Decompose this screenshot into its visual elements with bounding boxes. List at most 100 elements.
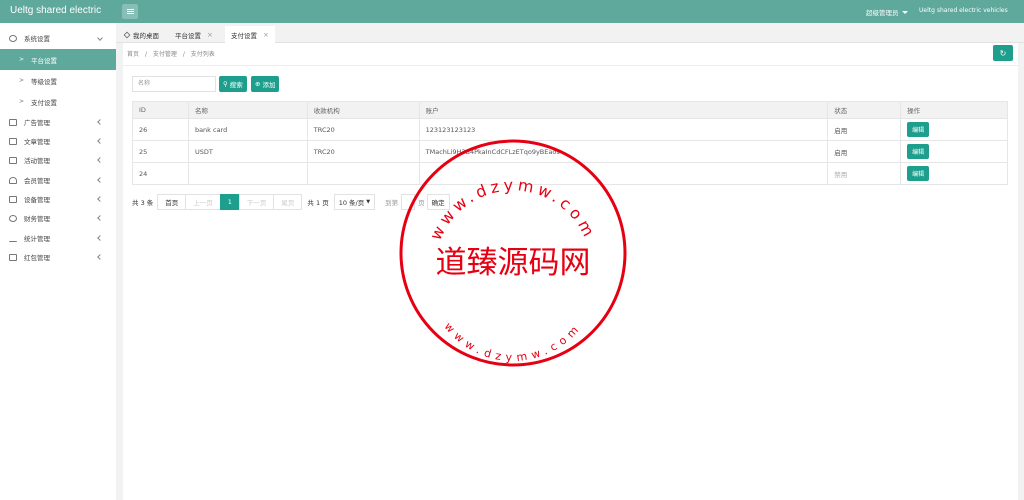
cell-action: 编辑: [900, 140, 1008, 163]
edit-button[interactable]: 编辑: [907, 144, 930, 159]
cell-name: bank card: [187, 118, 308, 141]
sidebar-item-finance[interactable]: 财务管理: [0, 208, 116, 228]
money-icon: [9, 214, 17, 222]
column-header: 状态: [827, 101, 902, 119]
tab-home[interactable]: 我的桌面: [118, 26, 165, 43]
admin-name: 超级管理员: [866, 9, 899, 17]
goto-label: 到第: [385, 199, 399, 207]
breadcrumb-separator: /: [144, 51, 147, 58]
last-page-button[interactable]: 尾页: [273, 194, 303, 210]
payment-table: ID 名称 收款机构 账户 状态 操作 26 bank card TRC20 1…: [132, 101, 1008, 185]
name-search-input[interactable]: 名称: [132, 76, 216, 92]
first-page-button[interactable]: 首页: [157, 194, 187, 210]
device-icon: [9, 195, 17, 203]
tab-label: 我的桌面: [133, 31, 159, 40]
tab-platform[interactable]: 平台设置 ×: [169, 26, 219, 43]
edit-button[interactable]: 编辑: [907, 122, 930, 137]
search-icon: ⚲: [223, 80, 228, 88]
search-button[interactable]: ⚲ 搜索: [219, 76, 247, 92]
add-button[interactable]: ⊕ 添加: [251, 76, 280, 92]
page-size-select[interactable]: 10 条/页 ▼: [333, 194, 376, 210]
sidebar-sub-label: 等级设置: [31, 77, 57, 86]
image-icon: [9, 118, 17, 126]
sidebar-sub-payment[interactable]: > 支付设置: [0, 91, 116, 112]
column-header: 操作: [900, 101, 1008, 119]
table-header-row: ID 名称 收款机构 账户 状态 操作: [132, 101, 1008, 119]
total-pages: 共 1 页: [307, 199, 329, 207]
sidebar-item-label: 系统设置: [24, 35, 50, 43]
menu-toggle-button[interactable]: [122, 4, 138, 19]
next-page-button[interactable]: 下一页: [238, 194, 275, 210]
sidebar-item-articles[interactable]: 文章管理: [0, 131, 116, 151]
column-header: ID: [132, 101, 189, 119]
chevron-left-icon: [97, 215, 103, 221]
cell-account: TMachLi9H3B4PkaInCdCFLzETqo9yBEaos: [418, 140, 829, 163]
sidebar-item-redpacket[interactable]: 红包管理: [0, 247, 116, 267]
top-header: Ueltg shared electric 超级管理员 Ueltg shared…: [0, 0, 1024, 23]
user-icon: [9, 176, 17, 184]
cell-status: 禁用: [827, 162, 902, 185]
edit-button[interactable]: 编辑: [907, 166, 930, 181]
chevron-down-icon: ▼: [366, 199, 371, 205]
sidebar-item-statistics[interactable]: 统计管理: [0, 228, 116, 248]
add-button-label: 添加: [262, 81, 276, 89]
chevron-right-icon: >: [19, 77, 25, 84]
chevron-left-icon: [97, 196, 103, 202]
sidebar-item-label: 活动管理: [24, 157, 50, 165]
chevron-left-icon: [97, 235, 103, 241]
book-icon: [9, 137, 17, 145]
cell-action: 编辑: [900, 162, 1008, 185]
search-button-label: 搜索: [229, 81, 243, 89]
main-content: 首页 / 支付管理 / 支付列表 ↻ 名称 ⚲ 搜索 ⊕ 添加 ID 名称 收款…: [123, 43, 1018, 500]
close-icon[interactable]: ×: [207, 31, 213, 39]
breadcrumb-home[interactable]: 首页: [127, 51, 139, 58]
admin-user-menu[interactable]: 超级管理员: [866, 7, 908, 17]
sidebar-item-label: 统计管理: [24, 235, 50, 243]
pagination: 共 3 条 首页 上一页 1 下一页 尾页 共 1 页 10 条/页 ▼ 到第 …: [132, 194, 450, 210]
chevron-left-icon: [97, 138, 103, 144]
sidebar-item-ads[interactable]: 广告管理: [0, 112, 116, 132]
column-header: 名称: [187, 101, 308, 119]
company-name[interactable]: Ueltg shared electric vehicles: [919, 7, 1008, 14]
sidebar-item-devices[interactable]: 设备管理: [0, 189, 116, 209]
sidebar: 系统设置 > 平台设置 > 等级设置 > 支付设置 广告管理 文章管理 活动管理…: [0, 23, 116, 500]
table-row: 24 禁用 编辑: [132, 162, 1008, 185]
gear-icon: [9, 34, 17, 42]
sidebar-item-label: 文章管理: [24, 138, 50, 146]
gift-icon: [9, 253, 17, 261]
sidebar-item-members[interactable]: 会员管理: [0, 170, 116, 190]
goto-page-input[interactable]: [401, 194, 416, 210]
current-page[interactable]: 1: [219, 194, 240, 210]
table-row: 26 bank card TRC20 123123123123 启用 编辑: [132, 118, 1008, 141]
close-icon[interactable]: ×: [263, 31, 269, 39]
cell-action: 编辑: [900, 118, 1008, 141]
divider: [123, 65, 1018, 66]
cell-account: 123123123123: [418, 118, 829, 141]
sidebar-item-label: 设备管理: [24, 196, 50, 204]
chevron-down-icon: [97, 35, 103, 41]
page-unit-label: 页: [418, 199, 425, 207]
plus-circle-icon: ⊕: [255, 80, 261, 88]
sidebar-sub-label: 平台设置: [31, 56, 57, 65]
chevron-left-icon: [97, 157, 103, 163]
refresh-button[interactable]: ↻: [993, 45, 1013, 61]
sidebar-item-label: 红包管理: [24, 254, 50, 262]
cell-org: TRC20: [306, 118, 420, 141]
table-row: 25 USDT TRC20 TMachLi9H3B4PkaInCdCFLzETq…: [132, 140, 1008, 163]
caret-down-icon: [901, 11, 908, 14]
page-size-value: 10 条/页: [338, 199, 365, 207]
sidebar-sub-level[interactable]: > 等级设置: [0, 70, 116, 91]
goto-confirm-button[interactable]: 确定: [426, 194, 450, 210]
chevron-right-icon: >: [19, 56, 25, 63]
prev-page-button[interactable]: 上一页: [185, 194, 221, 210]
sidebar-sub-platform[interactable]: > 平台设置: [0, 49, 116, 70]
tab-label: 支付设置: [231, 31, 257, 40]
breadcrumb-payment-manage[interactable]: 支付管理: [153, 51, 177, 58]
cell-status: 启用: [827, 140, 902, 163]
cell-status: 启用: [827, 118, 902, 141]
hamburger-icon: [126, 9, 134, 14]
sidebar-item-system[interactable]: 系统设置: [0, 28, 116, 48]
sidebar-item-activities[interactable]: 活动管理: [0, 150, 116, 170]
sidebar-item-label: 广告管理: [24, 119, 50, 127]
tab-payment[interactable]: 支付设置 ×: [225, 26, 275, 43]
